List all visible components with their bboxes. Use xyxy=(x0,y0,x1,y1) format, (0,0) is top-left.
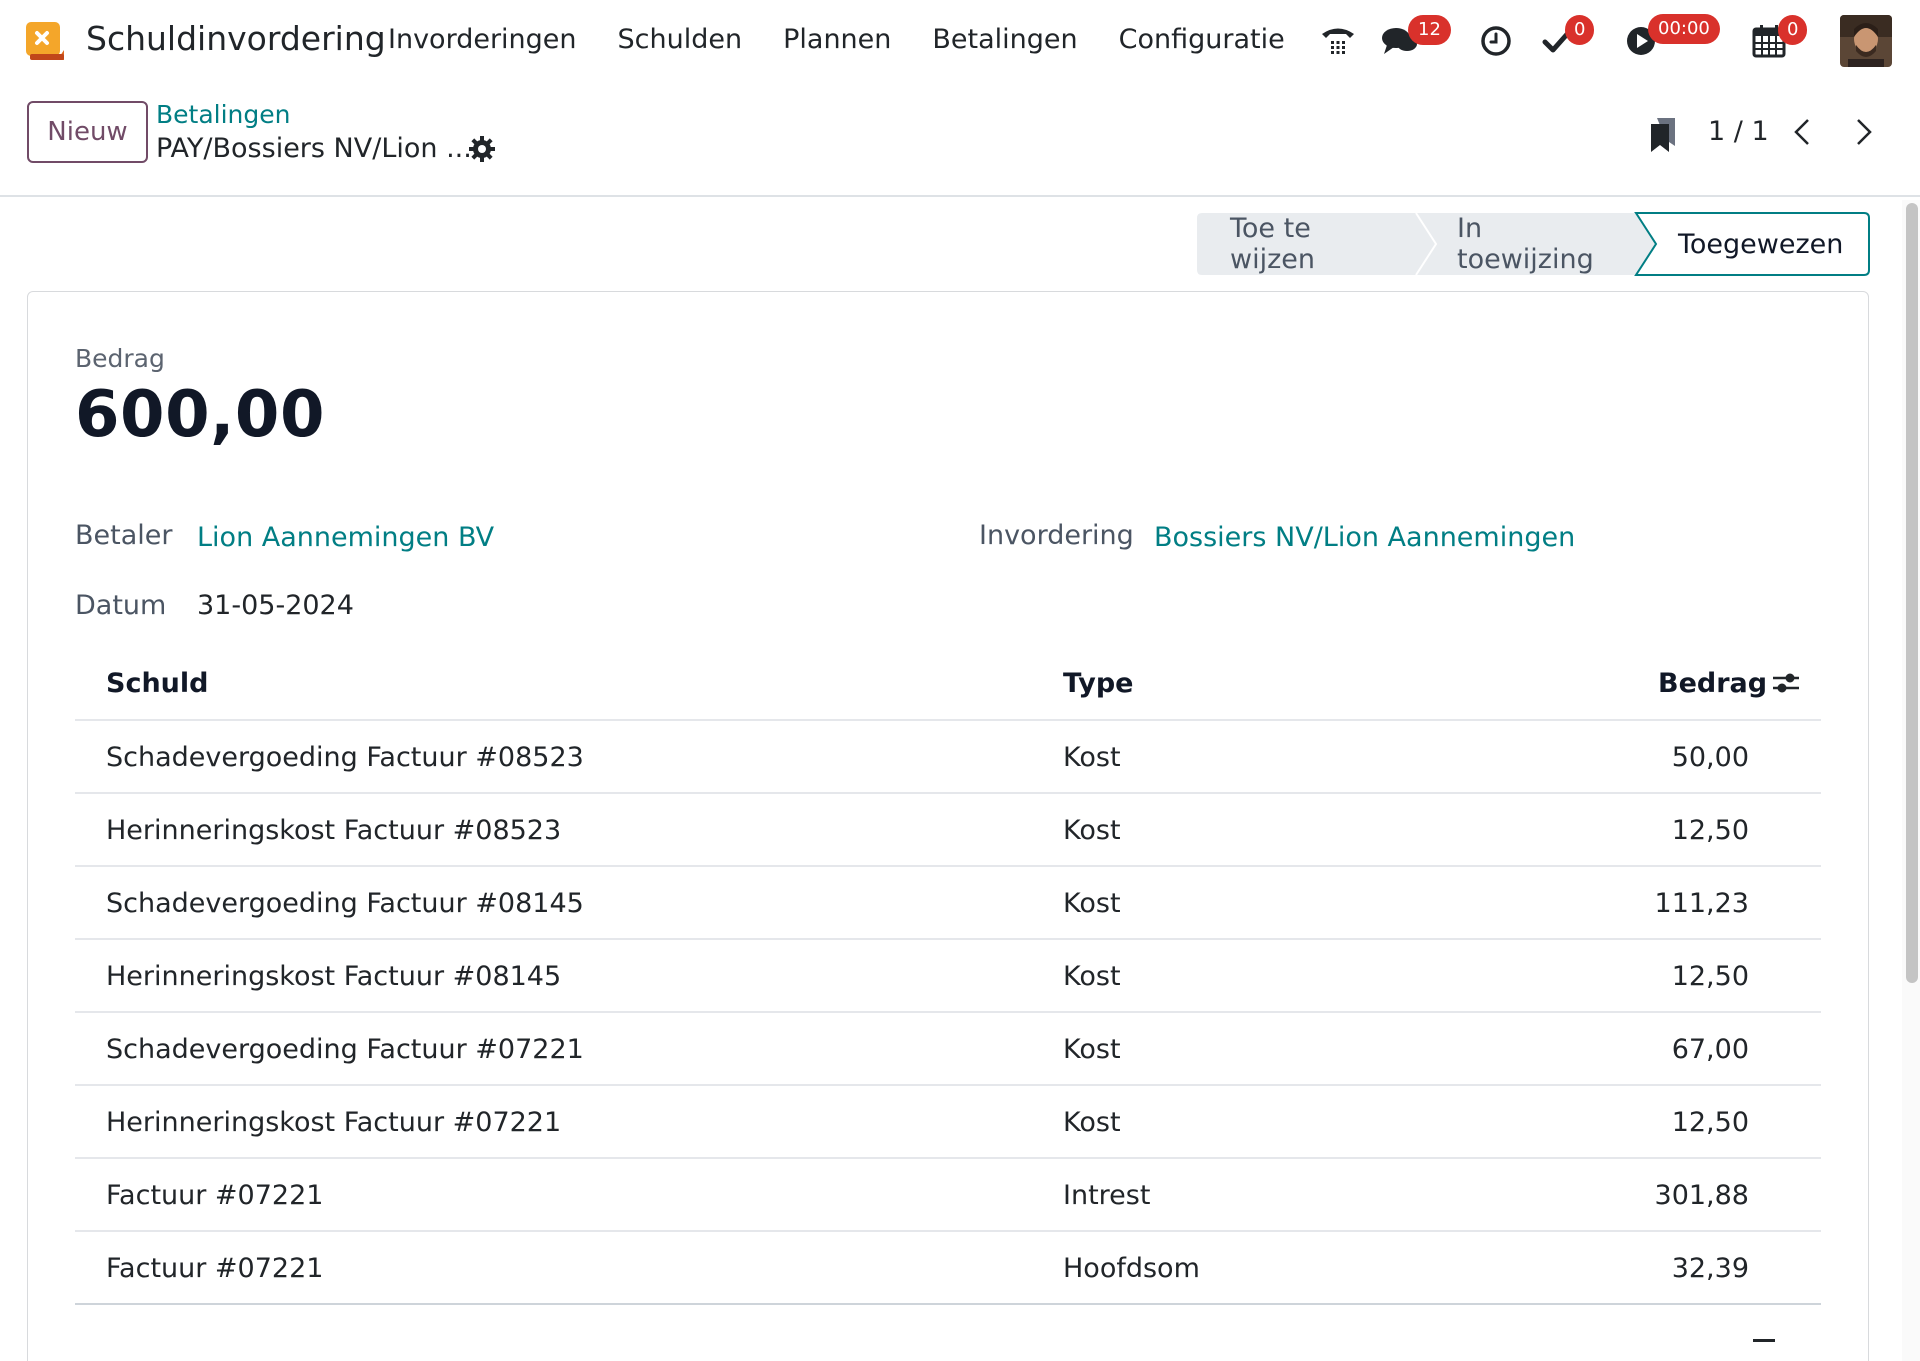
header-divider xyxy=(0,195,1920,197)
cell-bedrag: 50,00 xyxy=(1671,742,1749,773)
date-value[interactable]: 31-05-2024 xyxy=(197,590,354,621)
status-step-in-toewijzing[interactable]: In toewijzing xyxy=(1457,212,1594,276)
cell-type: Kost xyxy=(1063,961,1121,992)
date-label: Datum xyxy=(75,590,167,621)
cell-bedrag: 12,50 xyxy=(1671,1107,1749,1138)
cell-bedrag: 67,00 xyxy=(1671,1034,1749,1065)
cell-bedrag: 12,50 xyxy=(1671,815,1749,846)
amount-label: Bedrag xyxy=(75,344,165,373)
menu-item-invorderingen[interactable]: Invorderingen xyxy=(388,24,577,55)
cell-type: Hoofdsom xyxy=(1063,1253,1200,1284)
cell-bedrag: 301,88 xyxy=(1654,1180,1749,1211)
pager-next-icon[interactable] xyxy=(1850,114,1878,150)
table-row[interactable]: Factuur #07221 Intrest 301,88 xyxy=(75,1157,1821,1230)
payer-label: Betaler xyxy=(75,520,173,551)
table-row[interactable]: Herinneringskost Factuur #08523 Kost 12,50 xyxy=(75,792,1821,865)
breadcrumb-betalingen[interactable]: Betalingen xyxy=(156,100,291,129)
main-menu: Invorderingen Schulden Plannen Betalinge… xyxy=(388,24,1326,55)
cell-type: Kost xyxy=(1063,742,1121,773)
cell-schuld: Schadevergoeding Factuur #07221 xyxy=(106,1034,584,1065)
cell-type: Kost xyxy=(1063,815,1121,846)
cell-schuld: Herinneringskost Factuur #08145 xyxy=(106,961,562,992)
app-logo-icon[interactable] xyxy=(24,20,68,62)
payer-link[interactable]: Lion Aannemingen BV xyxy=(197,522,494,553)
cell-schuld: Herinneringskost Factuur #08523 xyxy=(106,815,562,846)
amount-value[interactable]: 600,00 xyxy=(75,378,325,452)
cell-type: Kost xyxy=(1063,1107,1121,1138)
table-row[interactable]: Herinneringskost Factuur #07221 Kost 12,50 xyxy=(75,1084,1821,1157)
column-header-schuld[interactable]: Schuld xyxy=(106,647,208,719)
cell-bedrag: 12,50 xyxy=(1671,961,1749,992)
cell-type: Kost xyxy=(1063,1034,1121,1065)
user-avatar[interactable] xyxy=(1840,15,1892,67)
cell-bedrag: 111,23 xyxy=(1654,888,1749,919)
timer-badge: 00:00 xyxy=(1648,14,1720,44)
record-name: PAY/Bossiers NV/Lion ... xyxy=(156,133,472,164)
cell-schuld: Schadevergoeding Factuur #08523 xyxy=(106,742,584,773)
table-row[interactable]: Factuur #07221 Hoofdsom 32,39 xyxy=(75,1230,1821,1303)
top-navbar: Schuldinvordering Invorderingen Schulden… xyxy=(0,0,1920,82)
cell-type: Intrest xyxy=(1063,1180,1151,1211)
gear-icon[interactable] xyxy=(468,135,496,163)
total-dash xyxy=(1753,1339,1775,1342)
column-header-type[interactable]: Type xyxy=(1063,647,1133,719)
cell-schuld: Schadevergoeding Factuur #08145 xyxy=(106,888,584,919)
new-button[interactable]: Nieuw xyxy=(27,101,148,163)
clock-icon[interactable] xyxy=(1478,20,1514,62)
scrollbar-thumb[interactable] xyxy=(1906,203,1918,983)
pager-value[interactable]: 1 / 1 xyxy=(1708,116,1769,147)
column-header-bedrag[interactable]: Bedrag xyxy=(1658,647,1767,719)
cell-bedrag: 32,39 xyxy=(1671,1253,1749,1284)
collection-label: Invordering xyxy=(979,520,1134,551)
messages-count-badge: 12 xyxy=(1408,15,1451,45)
menu-item-configuratie[interactable]: Configuratie xyxy=(1119,24,1285,55)
pager-previous-icon[interactable] xyxy=(1788,114,1816,150)
cell-schuld: Herinneringskost Factuur #07221 xyxy=(106,1107,562,1138)
menu-item-betalingen[interactable]: Betalingen xyxy=(932,24,1077,55)
status-step-toe-te-wijzen[interactable]: Toe te wijzen xyxy=(1230,212,1315,276)
table-bottom-border xyxy=(75,1303,1821,1305)
activities-count-badge: 0 xyxy=(1565,15,1595,45)
table-row[interactable]: Herinneringskost Factuur #08145 Kost 12,50 xyxy=(75,938,1821,1011)
menu-item-schulden[interactable]: Schulden xyxy=(618,24,743,55)
menu-item-plannen[interactable]: Plannen xyxy=(783,24,891,55)
table-row[interactable]: Schadevergoeding Factuur #07221 Kost 67,00 xyxy=(75,1011,1821,1084)
status-step-toegewezen[interactable]: Toegewezen xyxy=(1678,212,1843,276)
app-name[interactable]: Schuldinvordering xyxy=(86,19,386,58)
collection-link[interactable]: Bossiers NV/Lion Aannemingen xyxy=(1154,522,1575,553)
calendar-count-badge: 0 xyxy=(1778,15,1808,45)
bookmark-icon[interactable] xyxy=(1648,116,1678,154)
phone-icon[interactable] xyxy=(1318,20,1358,62)
table-row[interactable]: Schadevergoeding Factuur #08145 Kost 111,2… xyxy=(75,865,1821,938)
cell-schuld: Factuur #07221 xyxy=(106,1180,324,1211)
form-sheet: Bedrag 600,00 Betaler Lion Aannemingen B… xyxy=(27,291,1869,1361)
cell-schuld: Factuur #07221 xyxy=(106,1253,324,1284)
table-row[interactable]: Schadevergoeding Factuur #08523 Kost 50,00 xyxy=(75,719,1821,792)
column-settings-icon[interactable] xyxy=(1771,669,1801,697)
cell-type: Kost xyxy=(1063,888,1121,919)
